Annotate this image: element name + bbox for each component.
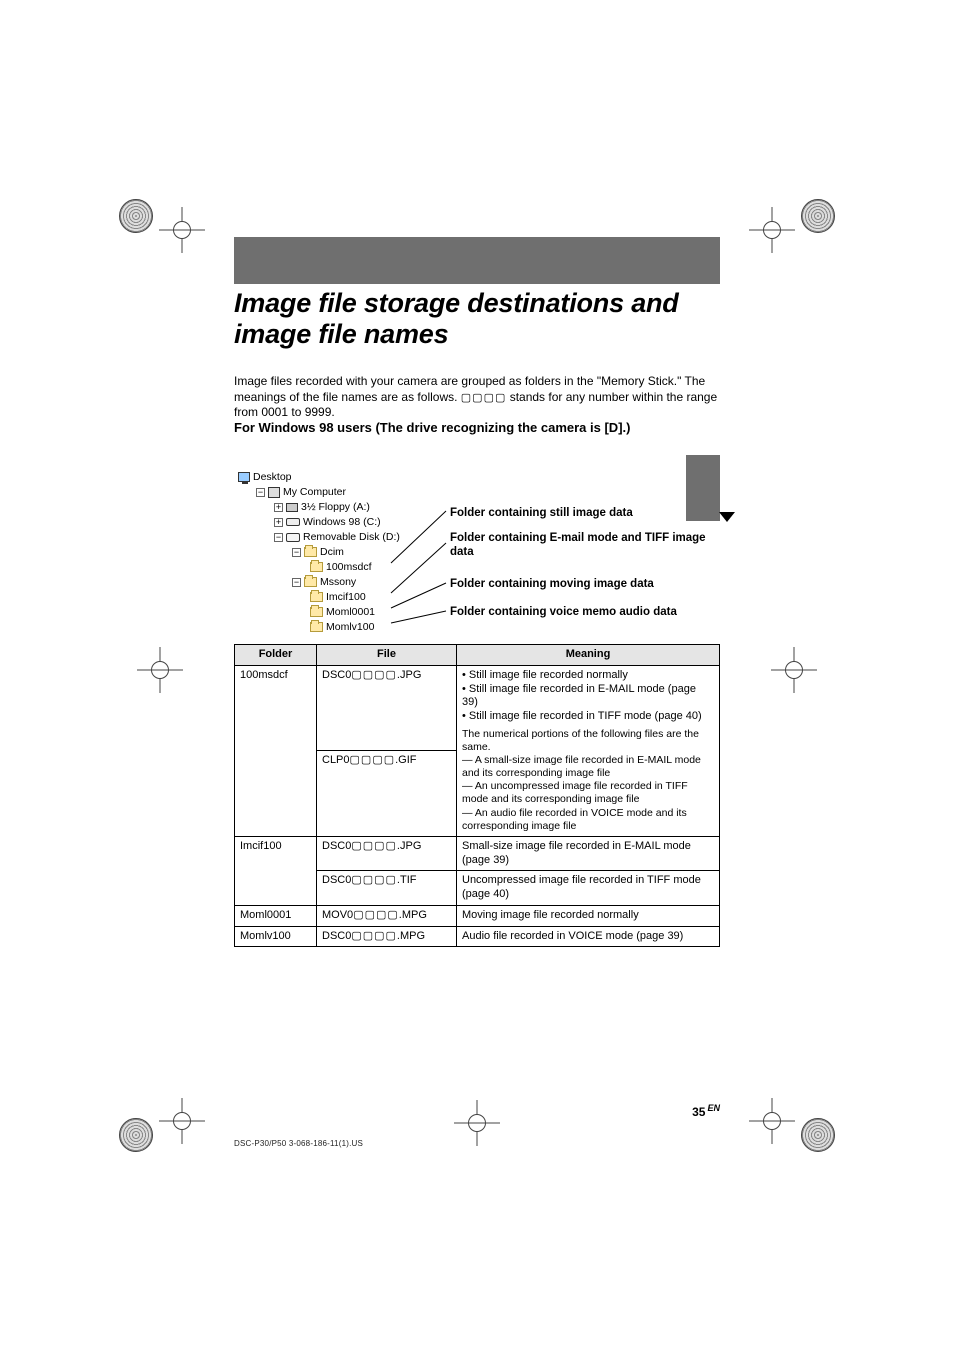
cell-meaning: Uncompressed image file recorded in TIFF… [457, 871, 720, 906]
page-title: Image file storage destinations and imag… [234, 288, 720, 351]
cell-meaning: Moving image file recorded normally [457, 905, 720, 926]
callout-voice: Folder containing voice memo audio data [450, 605, 710, 619]
crop-mark [779, 195, 839, 255]
table-row: Imcif100 DSC0▢▢▢▢.JPG Small-size image f… [235, 836, 720, 871]
file-prefix: MOV0 [322, 909, 353, 921]
meaning-text: • Still image file recorded normally [462, 669, 714, 683]
file-prefix: DSC0 [322, 840, 351, 852]
computer-icon [268, 487, 280, 498]
page-number: 35EN [692, 1103, 720, 1119]
collapse-icon: − [292, 578, 301, 587]
expand-icon: + [274, 503, 283, 512]
table-row: Moml0001 MOV0▢▢▢▢.MPG Moving image file … [235, 905, 720, 926]
folder-icon [310, 562, 323, 572]
meaning-note: The numerical portions of the following … [462, 728, 714, 754]
cell-file: DSC0▢▢▢▢.JPG [317, 836, 457, 871]
crop-mark [115, 1096, 175, 1156]
cell-folder: Momlv100 [235, 926, 317, 947]
file-ext: .MPG [397, 930, 425, 942]
file-ext: .MPG [399, 909, 427, 921]
tree-label: Dcim [320, 546, 344, 558]
placeholder-boxes-icon: ▢▢▢▢ [353, 909, 399, 921]
file-table: Folder File Meaning 100msdcf DSC0▢▢▢▢.JP… [234, 644, 720, 947]
floppy-icon [286, 503, 298, 512]
page-number-value: 35 [692, 1105, 705, 1119]
cell-meaning: Audio file recorded in VOICE mode (page … [457, 926, 720, 947]
file-prefix: DSC0 [322, 669, 351, 681]
collapse-icon: − [292, 548, 301, 557]
cell-file: CLP0▢▢▢▢.GIF [317, 751, 457, 837]
placeholder-boxes-icon: ▢▢▢▢ [351, 669, 397, 681]
meaning-note-items: — A small-size image file recorded in E-… [462, 754, 714, 833]
cell-file: DSC0▢▢▢▢.MPG [317, 926, 457, 947]
file-ext: .JPG [397, 669, 421, 681]
drive-icon [286, 518, 300, 526]
footer-line: DSC-P30/P50 3-068-186-11(1).US [234, 1139, 363, 1148]
callout-moving: Folder containing moving image data [450, 577, 710, 591]
section-bar [234, 237, 720, 284]
crop-mark [115, 195, 175, 255]
tree-label: 3½ Floppy (A:) [301, 501, 370, 513]
crop-mark [779, 1096, 839, 1156]
removable-disk-icon [286, 533, 300, 542]
crop-mark [447, 1093, 507, 1153]
callout-still: Folder containing still image data [450, 506, 710, 520]
folder-icon [310, 607, 323, 617]
collapse-icon: − [274, 533, 283, 542]
cell-file: DSC0▢▢▢▢.TIF [317, 871, 457, 906]
table-row: Momlv100 DSC0▢▢▢▢.MPG Audio file recorde… [235, 926, 720, 947]
section-subhead: For Windows 98 users (The drive recogniz… [234, 419, 688, 437]
tree-label: 100msdcf [326, 561, 372, 573]
folder-icon [304, 547, 317, 557]
cell-folder: Moml0001 [235, 905, 317, 926]
tree-label: Windows 98 (C:) [303, 516, 381, 528]
tree-label: Removable Disk (D:) [303, 531, 400, 543]
tree-label: Mssony [320, 576, 356, 588]
callout-email-tiff: Folder containing E-mail mode and TIFF i… [450, 531, 710, 560]
intro-text: Image files recorded with your camera ar… [234, 374, 720, 421]
cell-file: DSC0▢▢▢▢.JPG [317, 665, 457, 751]
desktop-icon [238, 472, 250, 482]
file-ext: .GIF [395, 754, 416, 766]
crop-mark [130, 640, 190, 700]
placeholder-boxes-icon: ▢▢▢▢ [461, 392, 507, 404]
file-ext: .TIF [397, 874, 417, 886]
folder-icon [310, 622, 323, 632]
expand-icon: + [274, 518, 283, 527]
tree-label: My Computer [283, 486, 346, 498]
folder-icon [304, 577, 317, 587]
placeholder-boxes-icon: ▢▢▢▢ [351, 840, 397, 852]
meaning-text: • Still image file recorded in E-MAIL mo… [462, 683, 714, 711]
file-prefix: DSC0 [322, 874, 351, 886]
th-file: File [317, 645, 457, 666]
meaning-text: • Still image file recorded in TIFF mode… [462, 710, 714, 724]
folder-icon [310, 592, 323, 602]
tree-label: Imcif100 [326, 591, 366, 603]
crop-mark [764, 640, 824, 700]
table-header-row: Folder File Meaning [235, 645, 720, 666]
tree-label: Desktop [253, 471, 292, 483]
table-row: 100msdcf DSC0▢▢▢▢.JPG • Still image file… [235, 665, 720, 751]
cell-folder: Imcif100 [235, 836, 317, 905]
placeholder-boxes-icon: ▢▢▢▢ [351, 930, 397, 942]
th-meaning: Meaning [457, 645, 720, 666]
collapse-icon: − [256, 488, 265, 497]
cell-meaning: Small-size image file recorded in E-MAIL… [457, 836, 720, 871]
cell-folder: 100msdcf [235, 665, 317, 836]
file-prefix: DSC0 [322, 930, 351, 942]
cell-file: MOV0▢▢▢▢.MPG [317, 905, 457, 926]
page-suffix: EN [707, 1103, 720, 1113]
side-triangle-icon [719, 512, 735, 522]
tree-label: Moml0001 [326, 606, 375, 618]
placeholder-boxes-icon: ▢▢▢▢ [351, 874, 397, 886]
file-ext: .JPG [397, 840, 421, 852]
tree-label: Momlv100 [326, 621, 374, 633]
file-prefix: CLP0 [322, 754, 350, 766]
cell-meaning: • Still image file recorded normally • S… [457, 665, 720, 836]
th-folder: Folder [235, 645, 317, 666]
placeholder-boxes-icon: ▢▢▢▢ [350, 754, 396, 766]
